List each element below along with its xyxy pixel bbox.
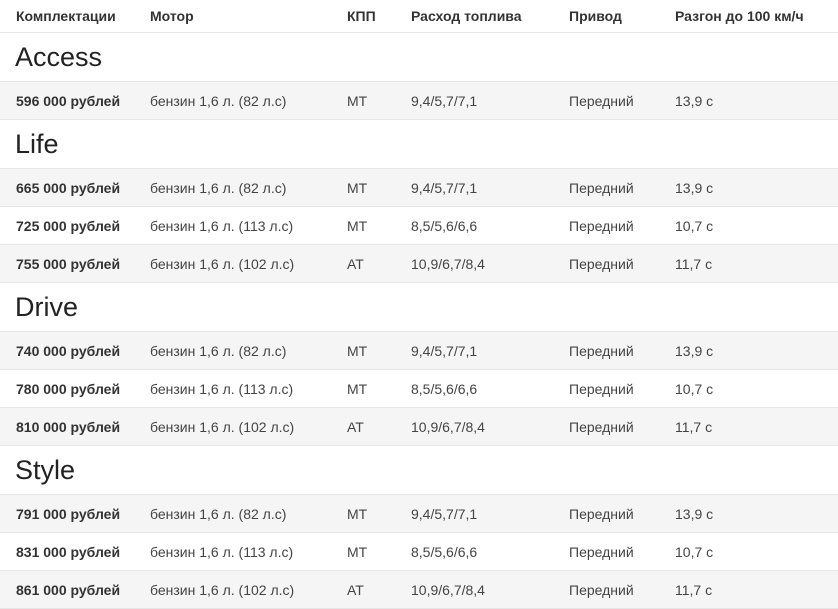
drive-cell: Передний <box>569 543 634 560</box>
engine-cell: бензин 1,6 л. (82 л.с) <box>150 179 287 196</box>
table-row: 861 000 рублей бензин 1,6 л. (102 л.с) А… <box>0 571 838 609</box>
drive-cell: Передний <box>569 418 634 435</box>
fuel-cell: 8,5/5,6/6,6 <box>411 380 478 397</box>
header-accel: Разгон до 100 км/ч <box>675 8 804 24</box>
fuel-cell: 10,9/6,7/8,4 <box>411 255 485 272</box>
engine-cell: бензин 1,6 л. (102 л.с) <box>150 581 295 598</box>
gearbox-cell: АТ <box>347 255 364 272</box>
drive-cell: Передний <box>569 505 634 522</box>
drive-cell: Передний <box>569 179 634 196</box>
price-cell: 831 000 рублей <box>16 543 121 560</box>
fuel-cell: 9,4/5,7/7,1 <box>411 505 478 522</box>
price-cell: 596 000 рублей <box>16 92 121 109</box>
engine-cell: бензин 1,6 л. (82 л.с) <box>150 505 287 522</box>
table-row: 780 000 рублей бензин 1,6 л. (113 л.с) М… <box>0 370 838 408</box>
price-cell: 810 000 рублей <box>16 418 121 435</box>
gearbox-cell: МТ <box>347 543 368 560</box>
drive-cell: Передний <box>569 92 634 109</box>
gearbox-cell: МТ <box>347 179 368 196</box>
table-row: 665 000 рублей бензин 1,6 л. (82 л.с) МТ… <box>0 169 838 207</box>
group-title: Drive <box>0 283 838 332</box>
accel-cell: 13,9 с <box>675 179 714 196</box>
engine-cell: бензин 1,6 л. (82 л.с) <box>150 92 287 109</box>
price-cell: 791 000 рублей <box>16 505 121 522</box>
engine-cell: бензин 1,6 л. (102 л.с) <box>150 418 295 435</box>
header-drive: Привод <box>569 8 622 24</box>
fuel-cell: 9,4/5,7/7,1 <box>411 179 478 196</box>
accel-cell: 10,7 с <box>675 543 714 560</box>
engine-cell: бензин 1,6 л. (113 л.с) <box>150 543 294 560</box>
fuel-cell: 9,4/5,7/7,1 <box>411 92 478 109</box>
table-row: 740 000 рублей бензин 1,6 л. (82 л.с) МТ… <box>0 332 838 370</box>
header-fuel: Расход топлива <box>411 8 522 24</box>
header-engine: Мотор <box>150 8 194 24</box>
group-title: Style <box>0 446 838 495</box>
fuel-cell: 10,9/6,7/8,4 <box>411 418 485 435</box>
gearbox-cell: МТ <box>347 380 368 397</box>
accel-cell: 11,7 с <box>675 581 713 598</box>
accel-cell: 11,7 с <box>675 418 713 435</box>
drive-cell: Передний <box>569 581 634 598</box>
gearbox-cell: МТ <box>347 505 368 522</box>
price-cell: 740 000 рублей <box>16 342 121 359</box>
gearbox-cell: АТ <box>347 581 364 598</box>
fuel-cell: 8,5/5,6/6,6 <box>411 543 478 560</box>
engine-cell: бензин 1,6 л. (102 л.с) <box>150 255 295 272</box>
engine-cell: бензин 1,6 л. (82 л.с) <box>150 342 287 359</box>
accel-cell: 10,7 с <box>675 380 714 397</box>
drive-cell: Передний <box>569 380 634 397</box>
price-cell: 665 000 рублей <box>16 179 121 196</box>
fuel-cell: 8,5/5,6/6,6 <box>411 217 478 234</box>
table-header-row: Комплектации Мотор КПП Расход топлива Пр… <box>0 0 838 33</box>
accel-cell: 13,9 с <box>675 505 714 522</box>
group-title: Access <box>0 33 838 82</box>
engine-cell: бензин 1,6 л. (113 л.с) <box>150 217 294 234</box>
gearbox-cell: МТ <box>347 92 368 109</box>
table-row: 810 000 рублей бензин 1,6 л. (102 л.с) А… <box>0 408 838 446</box>
trim-spec-table: Комплектации Мотор КПП Расход топлива Пр… <box>0 0 838 609</box>
drive-cell: Передний <box>569 217 634 234</box>
engine-cell: бензин 1,6 л. (113 л.с) <box>150 380 294 397</box>
table-row: 725 000 рублей бензин 1,6 л. (113 л.с) М… <box>0 207 838 245</box>
table-row: 831 000 рублей бензин 1,6 л. (113 л.с) М… <box>0 533 838 571</box>
accel-cell: 13,9 с <box>675 92 714 109</box>
fuel-cell: 10,9/6,7/8,4 <box>411 581 485 598</box>
group-title: Life <box>0 120 838 169</box>
header-trim: Комплектации <box>16 8 116 24</box>
fuel-cell: 9,4/5,7/7,1 <box>411 342 478 359</box>
drive-cell: Передний <box>569 255 634 272</box>
drive-cell: Передний <box>569 342 634 359</box>
gearbox-cell: МТ <box>347 217 368 234</box>
table-row: 791 000 рублей бензин 1,6 л. (82 л.с) МТ… <box>0 495 838 533</box>
price-cell: 861 000 рублей <box>16 581 121 598</box>
header-gearbox: КПП <box>347 8 376 24</box>
gearbox-cell: МТ <box>347 342 368 359</box>
gearbox-cell: АТ <box>347 418 364 435</box>
table-row: 755 000 рублей бензин 1,6 л. (102 л.с) А… <box>0 245 838 283</box>
accel-cell: 13,9 с <box>675 342 714 359</box>
accel-cell: 11,7 с <box>675 255 713 272</box>
table-row: 596 000 рублей бензин 1,6 л. (82 л.с) МТ… <box>0 82 838 120</box>
accel-cell: 10,7 с <box>675 217 714 234</box>
price-cell: 780 000 рублей <box>16 380 121 397</box>
price-cell: 725 000 рублей <box>16 217 121 234</box>
price-cell: 755 000 рублей <box>16 255 121 272</box>
